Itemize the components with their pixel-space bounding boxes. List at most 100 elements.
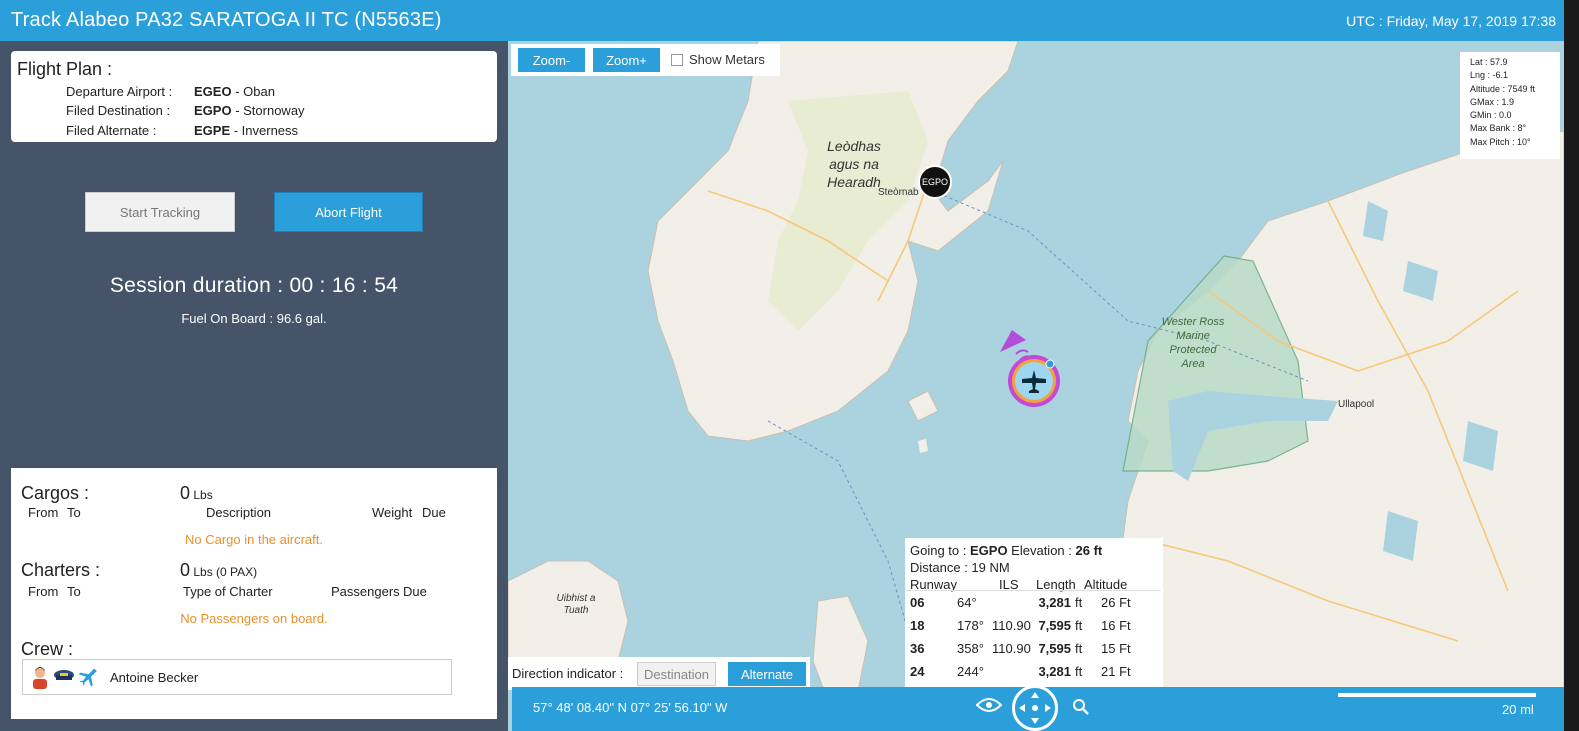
cargo-panel: Cargos : 0 Lbs From To Description Weigh… <box>11 468 497 719</box>
stat-max-pitch: Max Pitch : 10° <box>1470 136 1531 147</box>
stat-lng: Lng : -6.1 <box>1470 70 1509 81</box>
direction-indicator: Direction indicator : Destination Altern… <box>508 657 810 690</box>
map-status-bar: 57° 48' 08.40" N 07° 25' 56.10" W 20 ml <box>512 685 1564 731</box>
runway-altitude: 26 Ft <box>1101 594 1131 610</box>
charters-title: Charters : <box>21 560 101 580</box>
no-passengers-message: No Passengers on board. <box>180 611 328 626</box>
skye-landmass <box>812 595 869 702</box>
flight-plan-title: Flight Plan : <box>17 59 113 79</box>
direction-indicator-label: Direction indicator : <box>512 666 624 681</box>
charter-col-passengers: Passengers <box>331 584 400 599</box>
search-icon[interactable] <box>1072 698 1090 716</box>
map-controls: Zoom- Zoom+ Show Metars <box>511 44 780 76</box>
runway-length-unit: ft <box>1075 640 1083 656</box>
direction-arrows-icon <box>1019 692 1051 724</box>
runway-ils <box>992 660 1031 683</box>
distance-line: Distance : 19 NM <box>910 560 1010 575</box>
charter-col-to: To <box>67 584 81 599</box>
destination-button[interactable]: Destination <box>637 662 716 686</box>
cargo-col-to: To <box>67 505 81 520</box>
pan-control[interactable] <box>1012 685 1058 731</box>
airplane-icon <box>78 668 97 687</box>
going-to-line: Going to : EGPO Elevation : 26 ft <box>910 543 1102 558</box>
runway-ils: 110.90 <box>992 617 1031 633</box>
crew-title: Crew : <box>21 639 74 659</box>
runway-length: 7,595 <box>1038 640 1071 656</box>
pilot-cap-icon <box>54 670 74 680</box>
utc-clock: UTC : Friday, May 17, 2019 17:38 <box>1346 13 1556 29</box>
abort-flight-button[interactable]: Abort Flight <box>274 192 423 232</box>
runway-row: 06 64° 3,281 ft 26 Ft <box>905 591 1161 614</box>
stornoway-label: Steòrnab <box>878 187 919 198</box>
title-bar: Track Alabeo PA32 SARATOGA II TC (N5563E… <box>0 0 1564 41</box>
destination-code: EGPO <box>194 103 232 118</box>
session-duration: Session duration : 00 : 16 : 54 <box>109 274 399 297</box>
runway-length-unit: ft <box>1075 594 1083 610</box>
going-to-code: EGPO <box>969 543 1008 558</box>
runway-number: 18 <box>910 617 925 633</box>
heading-arrow-icon <box>1000 330 1026 352</box>
cargos-unit: Lbs <box>190 488 213 502</box>
destination-label: Filed Destination : <box>66 103 171 118</box>
crew-icons <box>29 665 99 689</box>
uibhist-label: Uibhist a Tuath <box>556 593 596 616</box>
left-panel: Flight Plan : Departure Airport : EGEO - … <box>0 41 508 731</box>
fuel-on-board: Fuel On Board : 96.6 gal. <box>181 311 327 326</box>
ullapool-label: Ullapool <box>1338 399 1375 410</box>
runway-number: 06 <box>910 594 925 610</box>
runway-table: 06 64° 3,281 ft 26 Ft 18 178° 110.90 7,595 ft 16 F… <box>905 590 1161 683</box>
cargo-col-description: Description <box>206 505 272 520</box>
charters-weight: 0 <box>180 560 191 580</box>
app-window: Track Alabeo PA32 SARATOGA II TC (N5563E… <box>0 0 1579 731</box>
destination-name: - Stornoway <box>231 103 305 118</box>
window-edge <box>1564 0 1579 731</box>
wester-ross-label: Wester Ross Marine Protected Area <box>1161 316 1225 370</box>
eye-icon[interactable] <box>976 697 1002 713</box>
cargos-title: Cargos : <box>21 483 90 503</box>
runway-number: 36 <box>910 640 925 656</box>
stat-altitude: Altitude : 7549 ft <box>1470 83 1536 94</box>
cargo-col-weight: Weight <box>372 505 413 520</box>
alternate-label: Filed Alternate : <box>66 123 157 138</box>
cargos-value: 0 Lbs <box>180 483 213 504</box>
stat-gmax: GMax : 1.9 <box>1470 96 1515 107</box>
zoom-out-button[interactable]: Zoom- <box>518 48 585 72</box>
charters-value: 0 Lbs (0 PAX) <box>180 560 257 581</box>
cargo-col-from: From <box>28 505 59 520</box>
crew-member-row[interactable]: Antoine Becker <box>22 659 452 695</box>
runway-row: 36 358° 110.90 7,595 ft 15 Ft <box>905 637 1161 660</box>
map-view[interactable]: Leòdhas agus na Hearadh Steòrnab Wester … <box>508 41 1564 731</box>
charter-col-from: From <box>28 584 59 599</box>
runway-ils <box>992 591 1031 614</box>
scale-bar <box>1338 693 1536 697</box>
runway-length: 3,281 <box>1038 663 1071 679</box>
cargos-weight: 0 <box>180 483 191 503</box>
runway-altitude: 21 Ft <box>1101 663 1131 679</box>
crew-member-name: Antoine Becker <box>110 670 199 685</box>
island-shiants <box>907 390 939 422</box>
cargo-col-due: Due <box>422 505 446 520</box>
show-metars-checkbox[interactable] <box>671 53 683 66</box>
alternate-button[interactable]: Alternate <box>728 662 806 686</box>
window-title: Track Alabeo PA32 SARATOGA II TC (N5563E… <box>11 9 442 31</box>
runway-altitude: 15 Ft <box>1101 640 1131 656</box>
airport-marker-egpo[interactable]: EGPO <box>918 165 952 199</box>
start-tracking-button[interactable]: Start Tracking <box>85 192 235 232</box>
runway-ils: 110.90 <box>992 640 1031 656</box>
show-metars-toggle[interactable]: Show Metars <box>671 52 765 67</box>
runway-heading: 244° <box>957 663 984 679</box>
zoom-in-button[interactable]: Zoom+ <box>593 48 660 72</box>
departure-row: Departure Airport : EGEO - Oban <box>66 84 275 99</box>
departure-code: EGEO <box>194 84 232 99</box>
runway-length: 3,281 <box>1038 594 1071 610</box>
stat-max-bank: Max Bank : 8° <box>1470 123 1527 134</box>
stat-gmin: GMin : 0.0 <box>1470 110 1512 121</box>
destination-info-panel: Going to : EGPO Elevation : 26 ft Distan… <box>905 538 1163 688</box>
charters-unit: Lbs (0 PAX) <box>190 565 258 579</box>
alternate-code: EGPE <box>194 123 231 138</box>
destination-row: Filed Destination : EGPO - Stornoway <box>66 103 305 118</box>
scale-label: 20 ml <box>1502 702 1534 717</box>
runway-row: 18 178° 110.90 7,595 ft 16 Ft <box>905 614 1161 637</box>
flight-stats-panel: Lat : 57.9 Lng : -6.1 Altitude : 7549 ft… <box>1460 52 1560 159</box>
aircraft-marker[interactable] <box>998 326 1068 416</box>
